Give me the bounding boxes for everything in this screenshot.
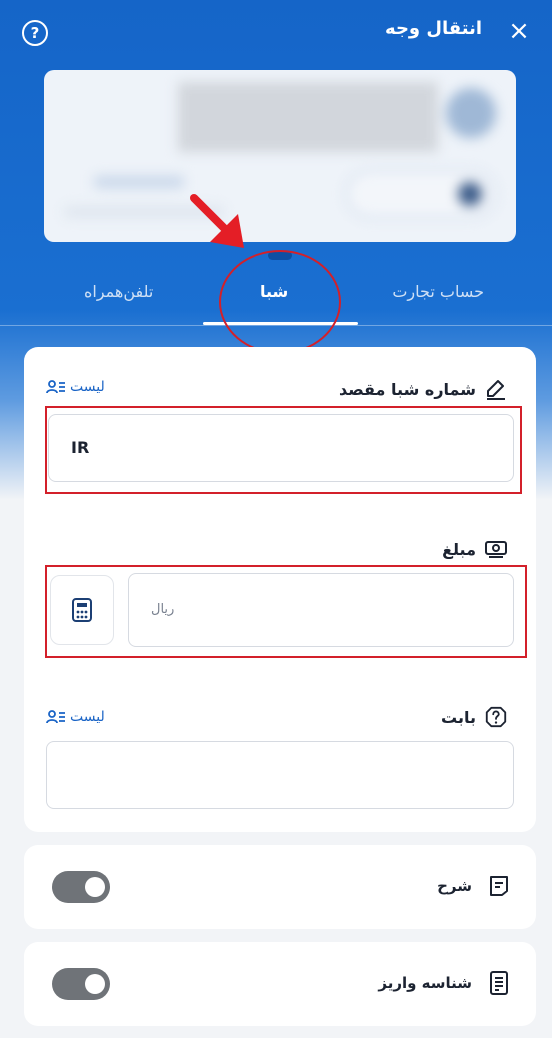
reason-input[interactable] [46,741,514,809]
reason-field-label: بابت [441,705,508,729]
receipt-icon [486,970,512,996]
description-toggle-label: شرح [437,873,512,899]
reason-label-text: بابت [441,707,476,727]
redacted-dot [458,182,482,206]
contact-list-icon [46,379,66,395]
iban-list-text: لیست [70,379,105,395]
red-ellipse-annotation [219,250,341,354]
reason-list-link[interactable]: لیست [46,709,105,725]
switch-knob [85,877,105,897]
deposit-id-toggle-card: شناسه واریز [24,942,536,1026]
help-icon[interactable]: ? [22,20,48,46]
close-icon[interactable]: × [504,14,534,48]
reason-list-text: لیست [70,709,105,725]
description-toggle-text: شرح [437,877,472,895]
iban-list-link[interactable]: لیست [46,379,105,395]
page-title: انتقال وجه [385,18,482,39]
banknote-icon [484,537,508,561]
description-toggle-card: شرح [24,845,536,929]
switch-knob [85,974,105,994]
deposit-id-toggle-label: شناسه واریز [378,970,512,996]
deposit-id-toggle-switch[interactable] [52,968,110,1000]
top-bar: ? انتقال وجه × [0,0,552,64]
pen-signature-icon [484,377,508,401]
comment-icon [486,873,512,899]
redacted-block [178,82,438,152]
bank-logo-icon [446,88,496,138]
redacted-line [94,176,184,188]
red-box-annotation-iban [45,406,522,494]
blurred-account-info [44,70,516,242]
description-toggle-switch[interactable] [52,871,110,903]
deposit-id-toggle-text: شناسه واریز [378,974,472,992]
source-account-card[interactable] [44,70,516,242]
tab-mobile-phone[interactable]: تلفن‌همراه [84,282,153,301]
red-arrow-annotation-icon [190,194,244,248]
red-box-annotation-amount [45,565,527,658]
amount-field-label: مبلغ [442,537,508,561]
question-mark-icon [484,705,508,729]
tab-business-account[interactable]: حساب تجارت [392,282,484,301]
iban-field-label: شماره شبا مقصد [339,377,508,401]
amount-label-text: مبلغ [442,539,476,559]
contact-list-icon [46,709,66,725]
iban-label-text: شماره شبا مقصد [339,379,476,399]
